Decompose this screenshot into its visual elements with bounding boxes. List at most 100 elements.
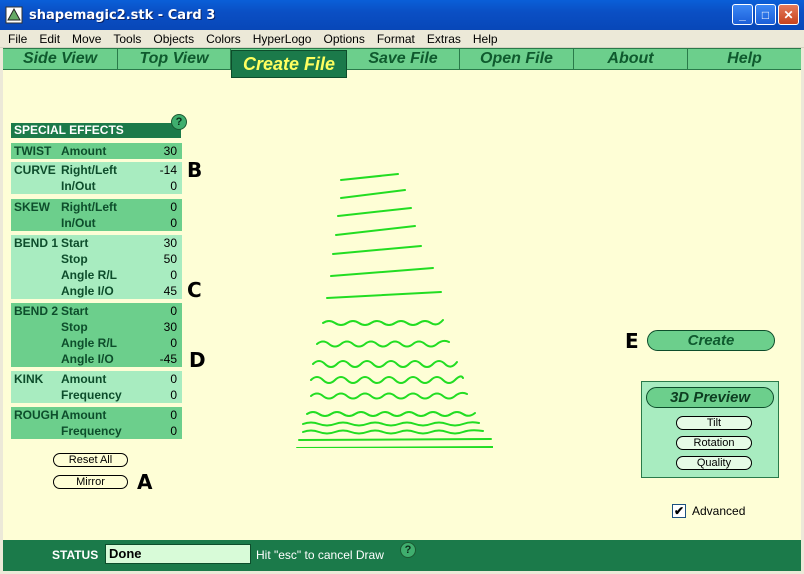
fx-row: BEND 2 Start 0 (11, 303, 182, 319)
status-help-icon[interactable]: ? (400, 542, 416, 558)
tab-about[interactable]: About (574, 49, 688, 69)
fx-param: Amount (61, 144, 107, 158)
fx-value[interactable]: 0 (147, 304, 177, 318)
shape-drawing (296, 173, 493, 448)
fx-value[interactable]: -14 (147, 163, 177, 177)
fx-group-curve: CURVE Right/Left -14 In/Out 0 (11, 162, 182, 194)
fx-row: SKEW Right/Left 0 (11, 199, 182, 215)
card-area: Side View Top View Create File Save File… (3, 48, 801, 540)
fx-row: Angle R/L 0 (11, 267, 182, 283)
fx-param: Start (61, 236, 89, 250)
fx-param: Angle R/L (61, 268, 117, 282)
status-field: Done (105, 544, 251, 564)
fx-value[interactable]: 45 (147, 284, 177, 298)
app-icon[interactable] (5, 6, 23, 24)
annotation-c: C (187, 278, 202, 302)
fx-param: Stop (61, 252, 88, 266)
fx-name: CURVE (14, 163, 56, 177)
annotation-e: E (625, 329, 639, 353)
tab-top-view[interactable]: Top View (118, 49, 231, 69)
effects-help-icon[interactable]: ? (171, 114, 187, 130)
fx-group-bend1: BEND 1 Start 30 Stop 50 Angle R/L 0 Angl… (11, 235, 182, 299)
fx-row: In/Out 0 (11, 178, 182, 194)
fx-row: Frequency 0 (11, 423, 182, 439)
fx-name: TWIST (14, 144, 52, 158)
fx-value[interactable]: 30 (147, 236, 177, 250)
fx-value[interactable]: 50 (147, 252, 177, 266)
menu-options[interactable]: Options (317, 32, 370, 46)
3d-preview-button[interactable]: 3D Preview (646, 387, 774, 408)
fx-row: BEND 1 Start 30 (11, 235, 182, 251)
fx-param: Stop (61, 320, 88, 334)
fx-value[interactable]: 0 (147, 216, 177, 230)
minimize-button[interactable]: _ (732, 4, 753, 25)
fx-value[interactable]: 30 (147, 320, 177, 334)
advanced-checkbox[interactable]: ✔ (672, 504, 686, 518)
fx-value[interactable]: 0 (147, 372, 177, 386)
fx-param: Frequency (61, 388, 122, 402)
fx-param: Start (61, 304, 89, 318)
tab-help[interactable]: Help (688, 49, 801, 69)
fx-value[interactable]: 0 (147, 408, 177, 422)
fx-value[interactable]: 0 (147, 179, 177, 193)
menu-hyperlogo[interactable]: HyperLogo (247, 32, 318, 46)
fx-param: Amount (61, 408, 107, 422)
fx-row: Stop 30 (11, 319, 182, 335)
create-button[interactable]: Create (647, 330, 775, 351)
annotation-d: D (189, 348, 206, 372)
menu-file[interactable]: File (2, 32, 33, 46)
tab-open-file[interactable]: Open File (460, 49, 574, 69)
fx-value[interactable]: 0 (147, 200, 177, 214)
advanced-option[interactable]: ✔ Advanced (672, 504, 745, 518)
fx-group-rough: ROUGH Amount 0 Frequency 0 (11, 407, 182, 439)
nav-bar: Side View Top View Create File Save File… (3, 48, 801, 78)
fx-param: Right/Left (61, 200, 117, 214)
fx-group-kink: KINK Amount 0 Frequency 0 (11, 371, 182, 403)
special-effects-header: SPECIAL EFFECTS (11, 123, 181, 138)
menu-format[interactable]: Format (371, 32, 421, 46)
menu-bar: File Edit Move Tools Objects Colors Hype… (0, 30, 804, 48)
menu-help[interactable]: Help (467, 32, 504, 46)
menu-colors[interactable]: Colors (200, 32, 247, 46)
fx-param: In/Out (61, 179, 96, 193)
fx-param: In/Out (61, 216, 96, 230)
fx-value[interactable]: 0 (147, 424, 177, 438)
tab-save-file[interactable]: Save File (347, 49, 460, 69)
fx-value[interactable]: 0 (147, 268, 177, 282)
rotation-button[interactable]: Rotation (676, 436, 752, 450)
menu-edit[interactable]: Edit (33, 32, 66, 46)
menu-move[interactable]: Move (66, 32, 107, 46)
fx-group-bend2: BEND 2 Start 0 Stop 30 Angle R/L 0 Angle… (11, 303, 182, 367)
fx-name: SKEW (14, 200, 50, 214)
fx-row: Angle R/L 0 (11, 335, 182, 351)
fx-param: Angle I/O (61, 352, 114, 366)
close-button[interactable]: ✕ (778, 4, 799, 25)
menu-objects[interactable]: Objects (147, 32, 200, 46)
fx-name: KINK (14, 372, 44, 386)
window-title: shapemagic2.stk - Card 3 (29, 7, 216, 23)
fx-row: KINK Amount 0 (11, 371, 182, 387)
menu-extras[interactable]: Extras (421, 32, 467, 46)
fx-value[interactable]: 0 (147, 388, 177, 402)
maximize-button[interactable]: □ (755, 4, 776, 25)
status-bar: STATUS Done Hit "esc" to cancel Draw ? (3, 540, 801, 571)
fx-name: BEND 2 (14, 304, 59, 318)
fx-value[interactable]: 30 (147, 144, 177, 158)
fx-value[interactable]: -45 (147, 352, 177, 366)
menu-tools[interactable]: Tools (107, 32, 147, 46)
fx-row: CURVE Right/Left -14 (11, 162, 182, 178)
title-bar: shapemagic2.stk - Card 3 _ □ ✕ (0, 0, 804, 30)
fx-param: Angle R/L (61, 336, 117, 350)
fx-row: TWIST Amount 30 (11, 143, 182, 159)
tab-create-file[interactable]: Create File (231, 50, 347, 78)
status-hint: Hit "esc" to cancel Draw (256, 548, 384, 562)
reset-all-button[interactable]: Reset All (53, 453, 128, 467)
fx-group-skew: SKEW Right/Left 0 In/Out 0 (11, 199, 182, 231)
preview-panel: 3D Preview Tilt Rotation Quality (641, 381, 779, 478)
tilt-button[interactable]: Tilt (676, 416, 752, 430)
tab-side-view[interactable]: Side View (3, 49, 118, 69)
mirror-button[interactable]: Mirror (53, 475, 128, 489)
quality-button[interactable]: Quality (676, 456, 752, 470)
fx-value[interactable]: 0 (147, 336, 177, 350)
fx-row: In/Out 0 (11, 215, 182, 231)
